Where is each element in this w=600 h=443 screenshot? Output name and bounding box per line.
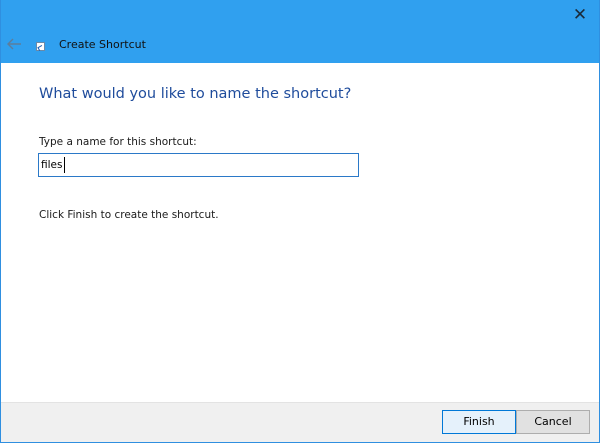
back-arrow-icon (7, 38, 21, 50)
close-button[interactable]: ✕ (569, 4, 591, 26)
shortcut-name-label: Type a name for this shortcut: (39, 136, 197, 148)
finish-button[interactable]: Finish (442, 410, 516, 434)
window-title: Create Shortcut (59, 38, 146, 51)
back-button[interactable] (5, 36, 23, 52)
cancel-button[interactable]: Cancel (516, 410, 590, 434)
shortcut-name-input[interactable] (38, 153, 359, 177)
close-icon: ✕ (572, 5, 588, 25)
finish-instruction: Click Finish to create the shortcut. (39, 209, 219, 221)
shortcut-icon (36, 42, 45, 51)
page-heading: What would you like to name the shortcut… (39, 86, 352, 102)
create-shortcut-dialog: ✕ Create Shortcut What would you like to… (0, 0, 600, 443)
title-bar: ✕ Create Shortcut (1, 0, 599, 63)
text-caret (64, 157, 65, 173)
